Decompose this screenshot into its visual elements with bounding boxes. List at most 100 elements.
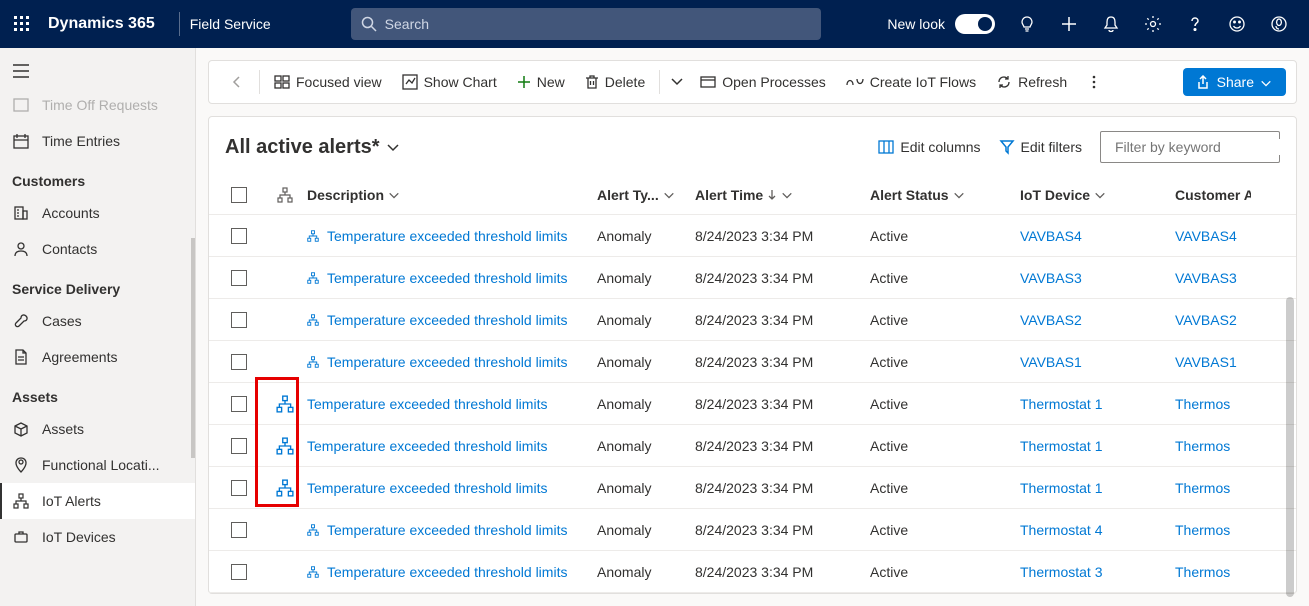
column-alert-status[interactable]: Alert Status bbox=[870, 187, 1020, 203]
description-link[interactable]: Temperature exceeded threshold limits bbox=[327, 228, 567, 244]
device-link[interactable]: Thermostat 3 bbox=[1020, 564, 1102, 580]
row-checkbox[interactable] bbox=[231, 438, 247, 454]
description-link[interactable]: Temperature exceeded threshold limits bbox=[327, 270, 567, 286]
share-button[interactable]: Share bbox=[1183, 68, 1286, 96]
refresh-button[interactable]: Refresh bbox=[986, 68, 1077, 96]
table-row[interactable]: Temperature exceeded threshold limitsAno… bbox=[209, 383, 1296, 425]
row-checkbox[interactable] bbox=[231, 228, 247, 244]
sidebar-item-contacts[interactable]: Contacts bbox=[0, 231, 195, 267]
row-checkbox[interactable] bbox=[231, 480, 247, 496]
hierarchy-header-icon[interactable] bbox=[277, 187, 293, 203]
asset-link[interactable]: Thermos bbox=[1175, 564, 1230, 580]
device-link[interactable]: Thermostat 1 bbox=[1020, 438, 1102, 454]
brand-name[interactable]: Dynamics 365 bbox=[48, 15, 155, 33]
sidebar-scrollbar[interactable] bbox=[191, 238, 195, 458]
device-link[interactable]: VAVBAS3 bbox=[1020, 270, 1082, 286]
asset-link[interactable]: VAVBAS1 bbox=[1175, 354, 1237, 370]
sidebar-item-iot-devices[interactable]: IoT Devices bbox=[0, 519, 195, 555]
smiley-icon[interactable] bbox=[1217, 0, 1257, 48]
search-input[interactable] bbox=[385, 16, 811, 32]
plus-icon[interactable] bbox=[1049, 0, 1089, 48]
asset-link[interactable]: VAVBAS3 bbox=[1175, 270, 1237, 286]
description-link[interactable]: Temperature exceeded threshold limits bbox=[327, 564, 567, 580]
lightbulb-icon[interactable] bbox=[1007, 0, 1047, 48]
create-iot-flows-button[interactable]: Create IoT Flows bbox=[836, 68, 986, 96]
global-search[interactable] bbox=[351, 8, 821, 40]
sidebar-item-iot-alerts[interactable]: IoT Alerts bbox=[0, 483, 195, 519]
row-checkbox[interactable] bbox=[231, 396, 247, 412]
description-link[interactable]: Temperature exceeded threshold limits bbox=[307, 438, 547, 454]
description-link[interactable]: Temperature exceeded threshold limits bbox=[327, 522, 567, 538]
toggle-switch-icon[interactable] bbox=[955, 14, 995, 34]
edit-columns-button[interactable]: Edit columns bbox=[878, 139, 980, 155]
description-link[interactable]: Temperature exceeded threshold limits bbox=[307, 396, 547, 412]
asset-link[interactable]: Thermos bbox=[1175, 396, 1230, 412]
filter-keyword-box[interactable] bbox=[1100, 131, 1280, 163]
sidebar-item-cases[interactable]: Cases bbox=[0, 303, 195, 339]
table-row[interactable]: Temperature exceeded threshold limitsAno… bbox=[209, 425, 1296, 467]
sidebar-item-time-entries[interactable]: Time Entries bbox=[0, 123, 195, 159]
hierarchy-cell[interactable] bbox=[263, 395, 307, 413]
device-link[interactable]: VAVBAS4 bbox=[1020, 228, 1082, 244]
device-link[interactable]: Thermostat 1 bbox=[1020, 480, 1102, 496]
row-checkbox[interactable] bbox=[231, 564, 247, 580]
table-row[interactable]: Temperature exceeded threshold limitsAno… bbox=[209, 467, 1296, 509]
app-name[interactable]: Field Service bbox=[190, 16, 271, 32]
asset-link[interactable]: VAVBAS2 bbox=[1175, 312, 1237, 328]
asset-link[interactable]: Thermos bbox=[1175, 438, 1230, 454]
device-link[interactable]: Thermostat 1 bbox=[1020, 396, 1102, 412]
view-selector[interactable]: All active alerts* bbox=[225, 136, 400, 159]
gear-icon[interactable] bbox=[1133, 0, 1173, 48]
row-checkbox[interactable] bbox=[231, 270, 247, 286]
column-alert-type[interactable]: Alert Ty... bbox=[597, 187, 695, 203]
table-row[interactable]: Temperature exceeded threshold limitsAno… bbox=[209, 299, 1296, 341]
hierarchy-cell[interactable] bbox=[263, 437, 307, 455]
filter-input[interactable] bbox=[1115, 139, 1296, 155]
app-launcher-icon[interactable] bbox=[10, 12, 34, 36]
device-link[interactable]: VAVBAS1 bbox=[1020, 354, 1082, 370]
delete-dropdown[interactable] bbox=[664, 74, 690, 91]
new-button[interactable]: New bbox=[507, 68, 575, 96]
table-row[interactable]: Temperature exceeded threshold limitsAno… bbox=[209, 257, 1296, 299]
asset-link[interactable]: Thermos bbox=[1175, 480, 1230, 496]
bell-icon[interactable] bbox=[1091, 0, 1131, 48]
description-link[interactable]: Temperature exceeded threshold limits bbox=[327, 312, 567, 328]
edit-filters-button[interactable]: Edit filters bbox=[999, 139, 1082, 155]
sidebar-item-functional-locations[interactable]: Functional Locati... bbox=[0, 447, 195, 483]
table-row[interactable]: Temperature exceeded threshold limitsAno… bbox=[209, 215, 1296, 257]
table-row[interactable]: Temperature exceeded threshold limitsAno… bbox=[209, 551, 1296, 593]
asset-link[interactable]: Thermos bbox=[1175, 522, 1230, 538]
sidebar-partial-item[interactable]: Time Off Requests bbox=[0, 87, 195, 123]
overflow-button[interactable] bbox=[1077, 68, 1111, 96]
row-checkbox[interactable] bbox=[231, 354, 247, 370]
table-row[interactable]: Temperature exceeded threshold limitsAno… bbox=[209, 341, 1296, 383]
box-icon bbox=[12, 420, 30, 438]
device-link[interactable]: Thermostat 4 bbox=[1020, 522, 1102, 538]
description-link[interactable]: Temperature exceeded threshold limits bbox=[307, 480, 547, 496]
open-processes-button[interactable]: Open Processes bbox=[690, 68, 836, 96]
back-button[interactable] bbox=[219, 68, 255, 96]
hamburger-icon[interactable] bbox=[0, 58, 195, 87]
sidebar-item-accounts[interactable]: Accounts bbox=[0, 195, 195, 231]
help-icon[interactable] bbox=[1175, 0, 1215, 48]
sidebar-item-assets[interactable]: Assets bbox=[0, 411, 195, 447]
table-row[interactable]: Temperature exceeded threshold limitsAno… bbox=[209, 509, 1296, 551]
focused-view-button[interactable]: Focused view bbox=[264, 68, 392, 96]
show-chart-button[interactable]: Show Chart bbox=[392, 68, 507, 96]
person-icon[interactable] bbox=[1259, 0, 1299, 48]
column-iot-device[interactable]: IoT Device bbox=[1020, 187, 1175, 203]
sidebar-item-agreements[interactable]: Agreements bbox=[0, 339, 195, 375]
asset-link[interactable]: VAVBAS4 bbox=[1175, 228, 1237, 244]
column-customer-asset[interactable]: Customer A bbox=[1175, 187, 1251, 203]
new-look-toggle[interactable]: New look bbox=[887, 14, 995, 34]
row-checkbox[interactable] bbox=[231, 522, 247, 538]
device-link[interactable]: VAVBAS2 bbox=[1020, 312, 1082, 328]
column-alert-time[interactable]: Alert Time bbox=[695, 187, 870, 203]
row-checkbox[interactable] bbox=[231, 312, 247, 328]
scrollbar[interactable] bbox=[1286, 297, 1294, 597]
delete-button[interactable]: Delete bbox=[575, 68, 655, 96]
hierarchy-cell[interactable] bbox=[263, 479, 307, 497]
select-all-checkbox[interactable] bbox=[231, 187, 247, 203]
column-description[interactable]: Description bbox=[307, 187, 597, 203]
description-link[interactable]: Temperature exceeded threshold limits bbox=[327, 354, 567, 370]
